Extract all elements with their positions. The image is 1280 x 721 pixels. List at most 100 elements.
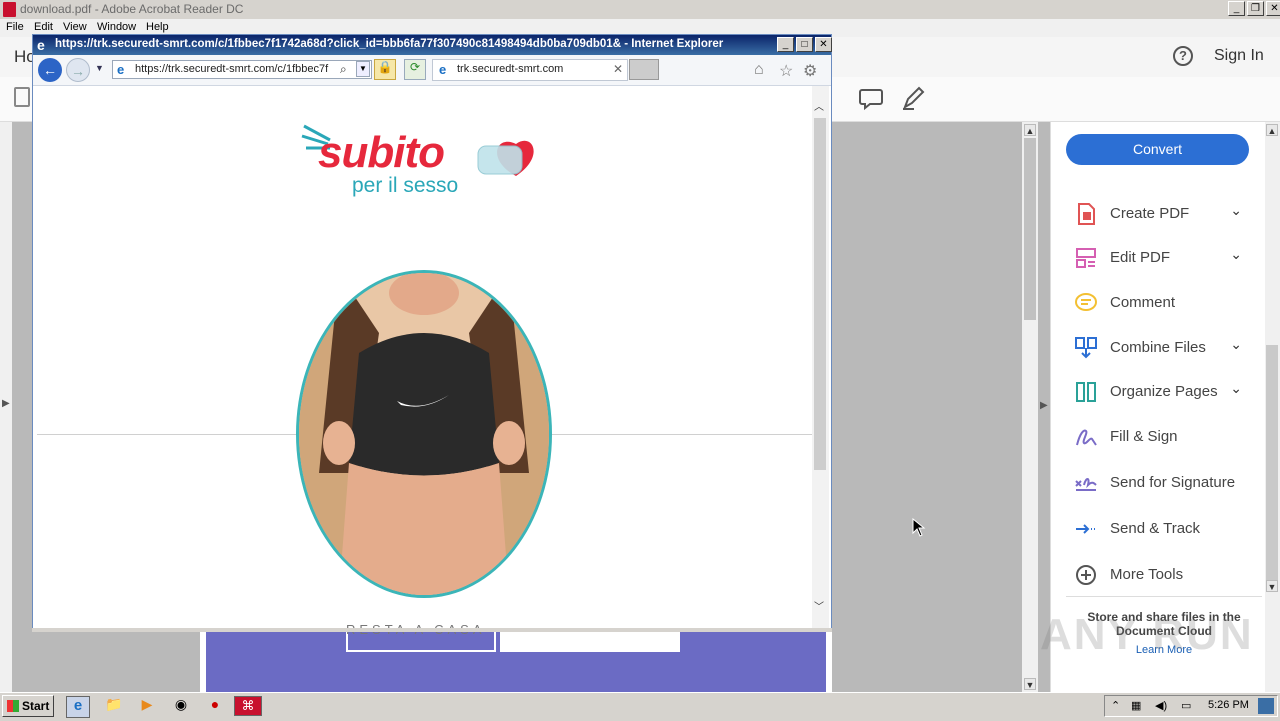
scroll-up-icon[interactable]: ▲	[1024, 124, 1036, 136]
favorites-star-icon[interactable]: ☆	[779, 61, 793, 81]
close-icon[interactable]: ✕	[815, 37, 832, 52]
scroll-up-icon[interactable]: ▲	[1266, 124, 1278, 136]
document-scroll-thumb[interactable]	[1024, 138, 1036, 320]
minimize-icon[interactable]: _	[1228, 1, 1245, 16]
taskbar-explorer-icon[interactable]: 📁	[103, 696, 125, 716]
ie-tab-icon: e	[439, 62, 447, 77]
edit-pdf-icon	[1076, 248, 1096, 268]
sign-in-link[interactable]: Sign In	[1214, 47, 1264, 65]
tool-edit-pdf[interactable]: Edit PDF ⌄	[1066, 240, 1250, 276]
tool-label: Create PDF	[1110, 205, 1190, 222]
convert-button[interactable]: Convert	[1066, 134, 1249, 165]
taskbar-chrome-icon[interactable]: ◉	[170, 696, 192, 716]
menu-file[interactable]: File	[6, 21, 24, 33]
mouse-cursor-icon	[912, 518, 926, 537]
taskbar-media-player-icon[interactable]: ▶	[136, 696, 158, 716]
address-dropdown-icon[interactable]: ▼	[356, 61, 370, 77]
menu-edit[interactable]: Edit	[34, 21, 53, 33]
combine-files-icon	[1075, 337, 1097, 359]
ie-tab[interactable]: e trk.securedt-smrt.com ✕	[432, 59, 628, 81]
taskbar-clock: 5:26 PM	[1208, 699, 1249, 711]
ie-page-icon: e	[117, 62, 125, 77]
tools-pane-scroll-thumb[interactable]	[1266, 345, 1278, 580]
profile-photo	[296, 270, 552, 598]
close-tab-icon[interactable]: ✕	[613, 62, 623, 76]
minimize-icon[interactable]: _	[777, 37, 794, 52]
network-icon[interactable]: ▦	[1131, 699, 1141, 712]
tool-label: Comment	[1110, 294, 1176, 311]
maximize-icon[interactable]: □	[796, 37, 813, 52]
tool-fill-sign[interactable]: Fill & Sign	[1066, 419, 1250, 455]
ie-address-bar[interactable]: e https://trk.securedt-smrt.com/c/1fbbec…	[112, 60, 372, 79]
chevron-down-icon[interactable]: ⌄	[1230, 202, 1242, 219]
display-icon[interactable]: ▭	[1181, 699, 1191, 712]
chevron-down-icon[interactable]: ⌄	[1230, 380, 1242, 397]
fill-sign-icon	[1076, 429, 1097, 446]
tool-label: More Tools	[1110, 566, 1184, 583]
new-tab-button[interactable]	[629, 59, 659, 80]
start-button[interactable]: Start	[2, 695, 54, 717]
chevron-down-icon[interactable]: ⌄	[1230, 246, 1242, 263]
taskbar-acrobat-icon[interactable]: ⌘	[234, 696, 262, 716]
more-tools-icon	[1076, 565, 1096, 585]
home-icon[interactable]: ⌂	[754, 61, 764, 79]
comment-bubble-icon[interactable]	[858, 85, 884, 111]
menu-view[interactable]: View	[63, 21, 87, 33]
tool-label: Fill & Sign	[1110, 428, 1178, 445]
tray-expand-icon[interactable]: ⌃	[1111, 699, 1120, 712]
history-dropdown-icon[interactable]: ▼	[95, 63, 104, 73]
photo-illustration	[299, 273, 549, 595]
help-icon[interactable]: ?	[1173, 46, 1193, 66]
windows-logo-icon	[7, 700, 19, 712]
collapse-right-panel-icon[interactable]: ▶	[1040, 400, 1048, 411]
tool-more-tools[interactable]: More Tools	[1066, 557, 1250, 593]
close-icon[interactable]: ✕	[1266, 1, 1280, 16]
back-icon[interactable]: ←	[38, 58, 62, 82]
scroll-down-icon[interactable]: ▼	[1024, 678, 1036, 690]
scroll-down-icon[interactable]: ﹀	[814, 598, 824, 613]
refresh-icon[interactable]: ⟳	[404, 59, 426, 80]
tool-send-track[interactable]: Send & Track	[1066, 511, 1250, 547]
lock-icon[interactable]: 🔒	[374, 59, 396, 80]
ie-window-title: https://trk.securedt-smrt.com/c/1fbbec7f…	[55, 38, 724, 50]
ie-scroll-thumb[interactable]	[814, 118, 826, 470]
ie-bottom-border	[32, 628, 832, 632]
ie-logo-icon: e	[37, 37, 45, 53]
acrobat-window-controls: _ ❐ ✕	[1228, 1, 1280, 17]
system-tray: ⌃ ▦ ◀) ▭	[1104, 695, 1278, 717]
settings-gear-icon[interactable]: ⚙	[803, 61, 817, 81]
tool-comment[interactable]: Comment	[1066, 285, 1250, 321]
heart-mask-icon	[477, 140, 534, 176]
tool-label: Send for Signature	[1110, 474, 1236, 491]
organize-pages-icon	[1076, 382, 1096, 402]
tool-label: Organize Pages	[1110, 383, 1218, 400]
restore-icon[interactable]: ❐	[1247, 1, 1264, 16]
menu-window[interactable]: Window	[97, 21, 136, 33]
acrobat-window-title: download.pdf - Adobe Acrobat Reader DC	[20, 2, 244, 16]
save-icon[interactable]	[14, 87, 30, 107]
tool-send-for-signature[interactable]: Send for Signature	[1066, 465, 1250, 501]
tool-organize-pages[interactable]: Organize Pages ⌄	[1066, 374, 1250, 410]
scroll-up-icon[interactable]: ︿	[814, 98, 824, 113]
expand-left-icon[interactable]: ▶	[2, 398, 10, 409]
taskbar-ie-icon[interactable]: e	[66, 696, 90, 718]
volume-icon[interactable]: ◀)	[1155, 699, 1167, 712]
pdf-white-button[interactable]	[500, 630, 680, 652]
left-panel-strip[interactable]: ▶	[0, 122, 12, 692]
search-icon[interactable]: ⌕	[340, 62, 347, 77]
pen-icon[interactable]	[900, 85, 926, 111]
send-signature-icon	[1075, 478, 1097, 491]
ie-title-bar: e https://trk.securedt-smrt.com/c/1fbbec…	[33, 35, 831, 55]
tab-title: trk.securedt-smrt.com	[457, 63, 564, 75]
tool-combine-files[interactable]: Combine Files ⌄	[1066, 330, 1250, 366]
taskbar	[0, 692, 1280, 721]
show-desktop-icon[interactable]	[1258, 698, 1274, 714]
scroll-down-icon[interactable]: ▼	[1266, 580, 1278, 592]
tool-label: Send & Track	[1110, 520, 1201, 537]
chevron-down-icon[interactable]: ⌄	[1230, 336, 1242, 353]
menu-help[interactable]: Help	[146, 21, 169, 33]
forward-icon[interactable]: →	[66, 58, 90, 82]
tool-create-pdf[interactable]: Create PDF ⌄	[1066, 196, 1250, 232]
create-pdf-icon	[1078, 203, 1095, 225]
taskbar-opera-icon[interactable]: ●	[204, 696, 226, 716]
